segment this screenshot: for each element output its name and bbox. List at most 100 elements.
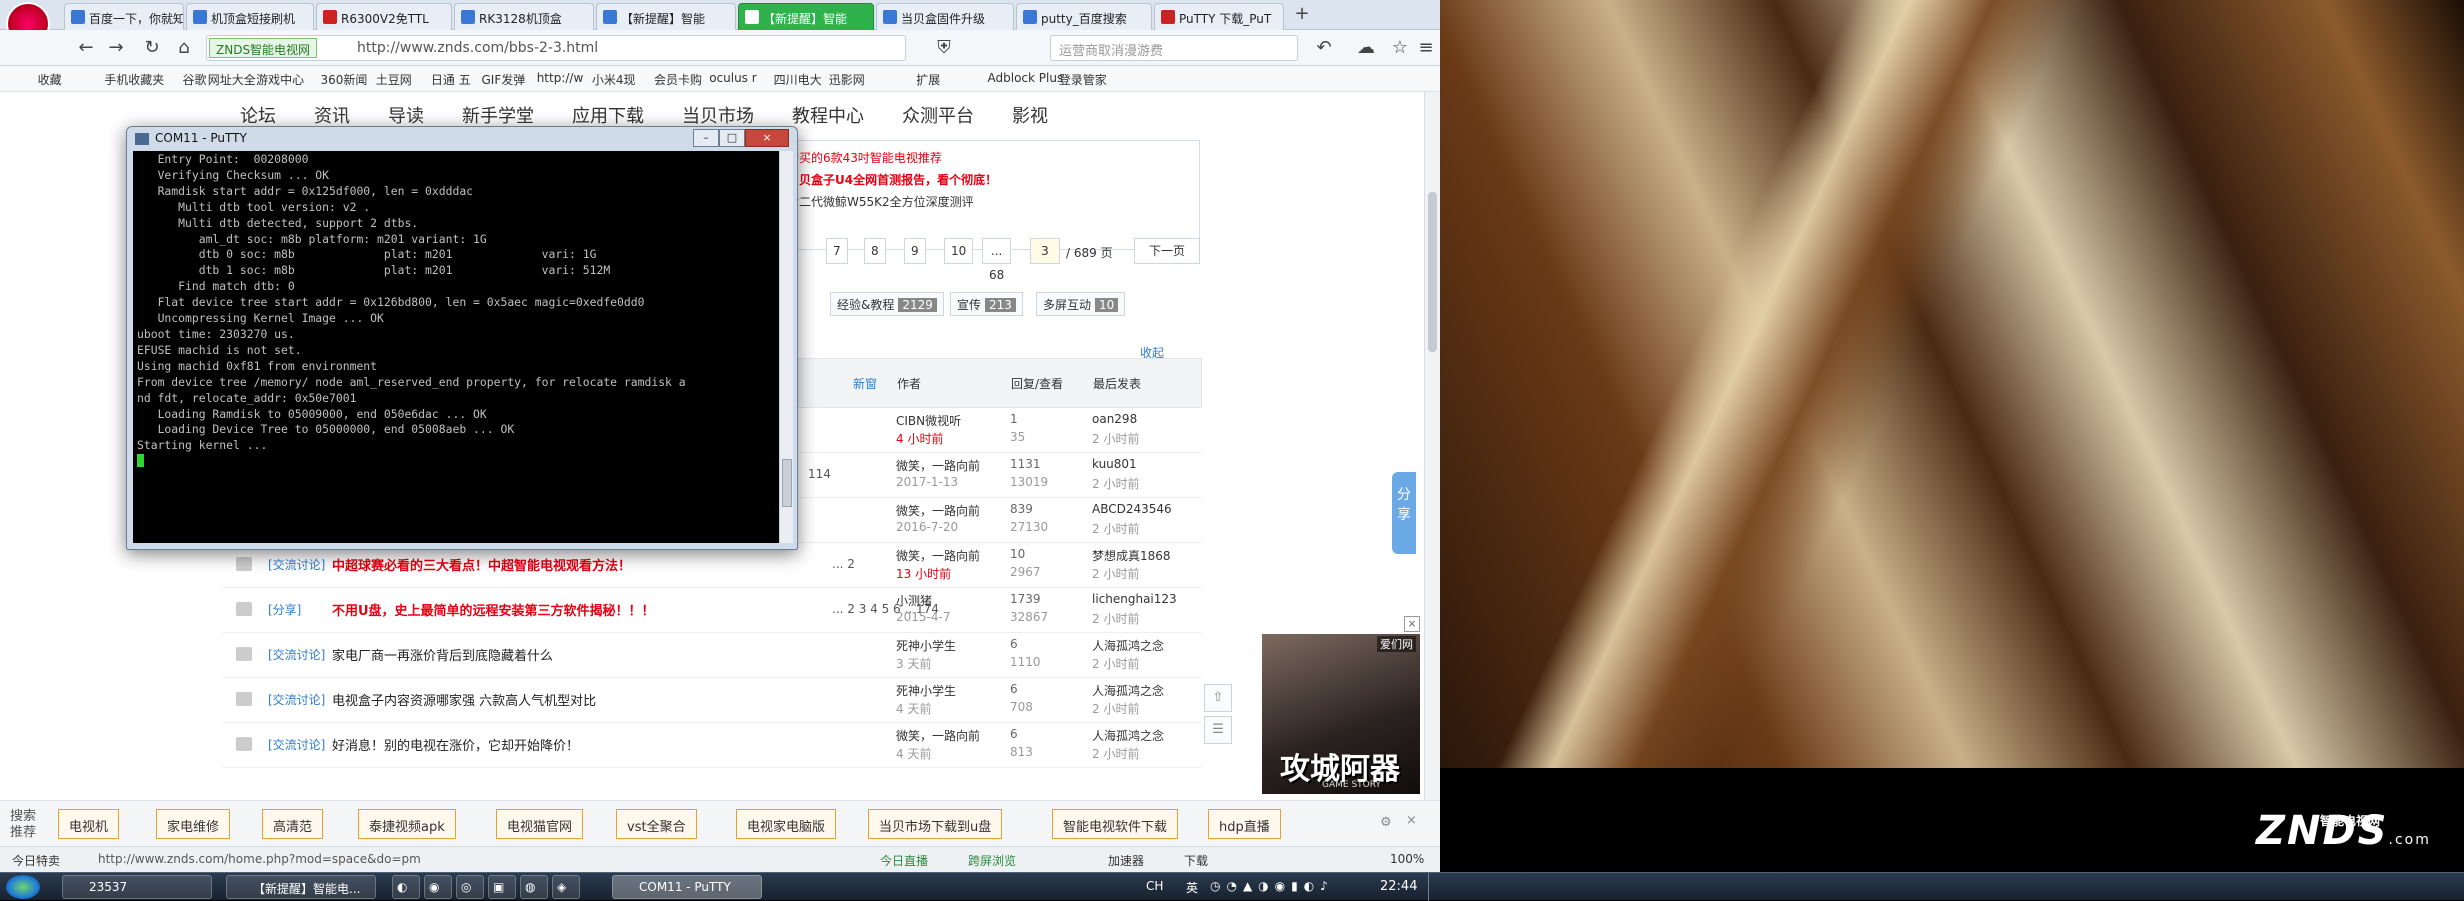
site-badge[interactable]: ZNDS智能电视网 bbox=[209, 38, 318, 58]
shield-icon[interactable]: ⛨ bbox=[932, 36, 956, 60]
close-icon[interactable]: × bbox=[1406, 813, 1417, 828]
thread-pages[interactable]: ... 2 bbox=[832, 557, 855, 571]
hot-search-item[interactable]: 高清范 bbox=[262, 809, 324, 839]
tab-flash[interactable]: 机顶盒短接刷机 bbox=[186, 3, 314, 30]
page-input[interactable]: 3 bbox=[1030, 238, 1060, 264]
nav-item-8[interactable]: 影视 bbox=[1012, 106, 1048, 127]
bookmark-item[interactable]: GIF发弹 bbox=[482, 71, 526, 88]
thread-title[interactable]: 不用U盘，史上最简单的远程安装第三方软件揭秘！！！ bbox=[332, 600, 655, 619]
live-link[interactable]: 今日直播 bbox=[880, 852, 928, 869]
tab-znds-1[interactable]: 【新提醒】智能 bbox=[596, 3, 736, 30]
bookmark-icon[interactable]: ☆ bbox=[1388, 36, 1412, 60]
tab-znds-active[interactable]: 【新提醒】智能 bbox=[738, 3, 874, 30]
taskbar-app-icon[interactable]: ◐ bbox=[392, 875, 420, 899]
thread-title[interactable]: 电视盒子内容资源哪家强 六款高人气机型对比 bbox=[332, 690, 596, 709]
hot-search-item[interactable]: 电视家电脑版 bbox=[736, 809, 837, 839]
last-poster[interactable]: oan298 bbox=[1092, 412, 1137, 426]
bookmark-item[interactable]: 会员卡购 bbox=[654, 71, 702, 88]
page-number[interactable]: 8 bbox=[864, 238, 886, 264]
close-button[interactable]: × bbox=[745, 129, 789, 147]
bookmark-item[interactable]: 游戏中心 bbox=[256, 71, 304, 88]
bookmark-item[interactable]: 小米4现 bbox=[592, 71, 636, 88]
thread-title[interactable]: 家电厂商一再涨价背后到底隐藏着什么 bbox=[332, 645, 553, 664]
new-window-toggle[interactable]: 新窗 bbox=[853, 375, 877, 392]
nav-item-6[interactable]: 教程中心 bbox=[792, 106, 864, 127]
last-poster[interactable]: lichenghai123 bbox=[1092, 592, 1177, 606]
show-desktop-button[interactable] bbox=[1428, 873, 1438, 901]
thread-tag[interactable]: [交流讨论] bbox=[268, 556, 325, 573]
zoom-level[interactable]: 100% bbox=[1390, 852, 1424, 866]
hot-search-item[interactable]: 家电维修 bbox=[156, 809, 231, 839]
page-number[interactable]: 9 bbox=[904, 238, 926, 264]
terminal-scroll-thumb[interactable] bbox=[782, 459, 792, 507]
lang-indicator[interactable]: 英 bbox=[1186, 879, 1198, 896]
category-filter[interactable]: 经验&教程 2129 bbox=[830, 292, 944, 316]
undo-icon[interactable]: ↶ bbox=[1312, 36, 1336, 60]
bookmark-item[interactable]: 土豆网 bbox=[376, 71, 412, 88]
thread-author[interactable]: 小测猪 bbox=[896, 592, 932, 609]
menu-icon[interactable]: ≡ bbox=[1414, 36, 1438, 60]
ime-indicator[interactable]: CH bbox=[1146, 879, 1163, 893]
table-row[interactable]: [交流讨论] 好消息！别的电视在涨价，它却开始降价！ 微笑，一路向前 4 天前 6 813… bbox=[222, 723, 1202, 768]
bookmark-item[interactable]: 迅影网 bbox=[829, 71, 865, 88]
thread-author[interactable]: 死神小学生 bbox=[896, 682, 956, 699]
hot-search-item[interactable]: 当贝市场下载到u盘 bbox=[868, 809, 1003, 839]
thread-tag[interactable]: [交流讨论] bbox=[268, 736, 325, 753]
bookmark-item[interactable]: 登录管家 bbox=[1059, 71, 1107, 88]
thread-tag[interactable]: [交流讨论] bbox=[268, 691, 325, 708]
thread-author[interactable]: 微笑，一路向前 bbox=[896, 502, 980, 519]
last-poster[interactable]: ABCD243546 bbox=[1092, 502, 1172, 516]
share-tab[interactable]: 分享 bbox=[1392, 472, 1416, 554]
putty-window[interactable]: COM11 - PuTTY – □ × Entry Point: 0020800… bbox=[126, 126, 798, 550]
hot-search-item[interactable]: 电视机 bbox=[58, 809, 120, 839]
nav-item-1[interactable]: 资讯 bbox=[314, 106, 350, 127]
bookmark-item[interactable]: oculus r bbox=[709, 71, 756, 85]
tab-baidu[interactable]: 百度一下，你就知道 bbox=[64, 3, 184, 30]
taskbar-putty[interactable]: COM11 - PuTTY bbox=[612, 875, 762, 899]
tab-r6300[interactable]: R6300V2免TTL bbox=[316, 3, 452, 30]
search-input[interactable]: 运营商取消漫游费 bbox=[1050, 35, 1298, 61]
close-ad-icon[interactable]: × bbox=[1404, 616, 1420, 632]
hot-search-item[interactable]: 泰捷视频apk bbox=[358, 809, 456, 839]
bookmark-item[interactable]: 扩展 bbox=[916, 71, 940, 88]
taskbar-app-icon[interactable]: ▣ bbox=[488, 875, 516, 899]
bookmark-item[interactable]: Adblock Plus bbox=[988, 71, 1064, 85]
thread-tag[interactable]: [交流讨论] bbox=[268, 646, 325, 663]
nav-item-7[interactable]: 众测平台 bbox=[902, 106, 974, 127]
table-row[interactable]: [分享] 不用U盘，史上最简单的远程安装第三方软件揭秘！！！... 2 3 4 5… bbox=[222, 588, 1202, 633]
taskbar-folder[interactable]: 23537 bbox=[62, 875, 212, 899]
page-scrollbar[interactable] bbox=[1424, 92, 1440, 800]
url-text[interactable]: http://www.znds.com/bbs-2-3.html bbox=[357, 40, 598, 56]
taskbar-app-icon[interactable]: ◉ bbox=[424, 875, 452, 899]
ad-banner[interactable]: 爱们网 攻城阿器 GAME STORY bbox=[1262, 634, 1420, 794]
bookmark-item[interactable]: 收藏 bbox=[38, 71, 62, 88]
tray-icons[interactable]: ◷◔▲◑◉▮◐♪ bbox=[1210, 879, 1334, 893]
tab-rk3128[interactable]: RK3128机顶盒 bbox=[454, 3, 594, 30]
tab-putty-download[interactable]: PuTTY 下载_PuT bbox=[1154, 3, 1284, 30]
thread-author[interactable]: 微笑，一路向前 bbox=[896, 547, 980, 564]
settings-icon[interactable]: ⚙ bbox=[1380, 815, 1392, 830]
reload-icon[interactable]: ↻ bbox=[140, 36, 164, 60]
bookmark-item[interactable]: 手机收藏夹 bbox=[104, 71, 164, 88]
taskbar-app-icon[interactable]: ◈ bbox=[552, 875, 580, 899]
last-poster[interactable]: 人海孤鸿之念 bbox=[1092, 727, 1164, 744]
download-link[interactable]: 下载 bbox=[1184, 852, 1208, 869]
hot-search-item[interactable]: hdp直播 bbox=[1208, 809, 1281, 839]
thread-tag[interactable]: [分享] bbox=[268, 601, 301, 618]
table-row[interactable]: [交流讨论] 电视盒子内容资源哪家强 六款高人气机型对比 死神小学生 4 天前 6 708… bbox=[222, 678, 1202, 723]
next-page-button[interactable]: 下一页 bbox=[1134, 238, 1200, 264]
bookmark-item[interactable]: http://w bbox=[537, 71, 584, 85]
nav-item-4[interactable]: 应用下载 bbox=[572, 106, 644, 127]
bookmark-item[interactable]: 360新闻 bbox=[321, 71, 368, 88]
promo-link[interactable]: 对二代微鲸W55K2全方位深度测评 bbox=[787, 193, 974, 210]
last-poster[interactable]: kuu801 bbox=[1092, 457, 1137, 471]
home-icon[interactable]: ⌂ bbox=[172, 36, 196, 60]
thread-author[interactable]: 微笑，一路向前 bbox=[896, 727, 980, 744]
clock[interactable]: 22:44 bbox=[1380, 879, 1417, 894]
page-number[interactable]: 7 bbox=[826, 238, 848, 264]
terminal-output[interactable]: Entry Point: 00208000 Verifying Checksum… bbox=[133, 151, 779, 543]
bookmark-item[interactable]: 网址大全 bbox=[208, 71, 256, 88]
nav-item-0[interactable]: 论坛 bbox=[240, 106, 276, 127]
thread-author[interactable]: 微笑，一路向前 bbox=[896, 457, 980, 474]
minimize-button[interactable]: – bbox=[693, 129, 719, 147]
